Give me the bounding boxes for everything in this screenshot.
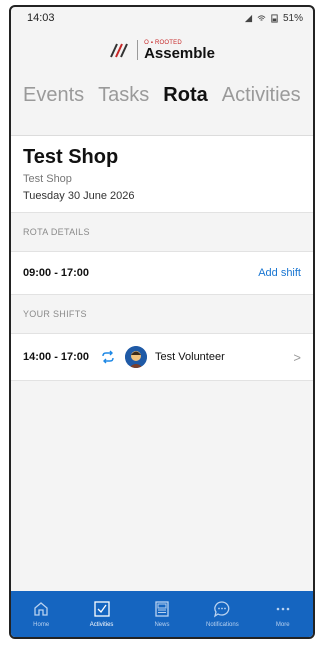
bottom-nav: Home Activities News Notifications More — [11, 591, 313, 637]
top-tabs: Events Tasks Rota Activities — [11, 71, 313, 119]
brand-wordmark: O ▪ ROOTED Assemble — [144, 40, 215, 61]
rota-details-label: ROTA DETAILS — [11, 212, 313, 252]
your-shifts-label: YOUR SHIFTS — [11, 294, 313, 334]
nav-notifications[interactable]: Notifications — [192, 600, 252, 628]
assemble-logo-icon — [110, 43, 128, 58]
more-dots-icon — [276, 607, 290, 611]
nav-news[interactable]: News — [132, 600, 192, 628]
nav-more[interactable]: More — [253, 600, 313, 628]
volunteer-avatar-icon — [125, 346, 148, 368]
signal-icon — [244, 14, 253, 22]
status-time: 14:03 — [27, 12, 55, 24]
nav-news-label: News — [154, 622, 170, 628]
status-icons: 51% — [244, 13, 303, 24]
brand-name: Assemble — [144, 44, 215, 62]
page-title: Test Shop — [23, 146, 119, 168]
home-icon — [34, 602, 48, 616]
tab-rota[interactable]: Rota — [163, 84, 207, 107]
shift-info: 14:00 - 17:00 Test Volunteer — [23, 346, 225, 368]
volunteer-name: Test Volunteer — [155, 351, 225, 363]
add-shift-button[interactable]: Add shift — [258, 267, 301, 279]
news-icon — [155, 601, 169, 617]
repeat-icon — [102, 350, 114, 364]
nav-home-label: Home — [33, 622, 50, 628]
tab-events[interactable]: Events — [23, 84, 84, 107]
app-screen: 14:03 51% O ▪ ROOTED Assemble Events Tas… — [9, 5, 315, 639]
chat-bubble-icon — [214, 601, 230, 618]
nav-activities-label: Activities — [89, 622, 114, 628]
checkbox-icon — [93, 601, 110, 617]
chevron-right-icon: > — [293, 349, 301, 365]
shop-subtitle: Test Shop — [23, 173, 72, 185]
wifi-icon — [257, 14, 266, 21]
avatar — [125, 346, 148, 368]
battery-percent: 51% — [282, 12, 303, 24]
shift-time: 14:00 - 17:00 — [23, 351, 90, 363]
shift-row[interactable]: 14:00 - 17:00 Test Volunteer > — [11, 334, 313, 381]
rota-time: 09:00 - 17:00 — [23, 267, 90, 279]
battery-icon — [271, 13, 278, 23]
rota-details-row: 09:00 - 17:00 Add shift — [11, 252, 313, 294]
status-bar: 14:03 51% — [11, 7, 313, 29]
logo-divider — [137, 40, 139, 60]
nav-notifications-label: Notifications — [206, 622, 239, 628]
rota-date: Tuesday 30 June 2026 — [23, 190, 135, 202]
nav-activities[interactable]: Activities — [72, 600, 132, 628]
nav-more-label: More — [275, 622, 290, 628]
tab-tasks[interactable]: Tasks — [98, 84, 149, 107]
tab-activities[interactable]: Activities — [222, 84, 301, 107]
brand-header: O ▪ ROOTED Assemble — [11, 29, 313, 71]
nav-home[interactable]: Home — [11, 600, 71, 628]
shop-header: Test Shop Test Shop Tuesday 30 June 2026 — [11, 136, 313, 212]
